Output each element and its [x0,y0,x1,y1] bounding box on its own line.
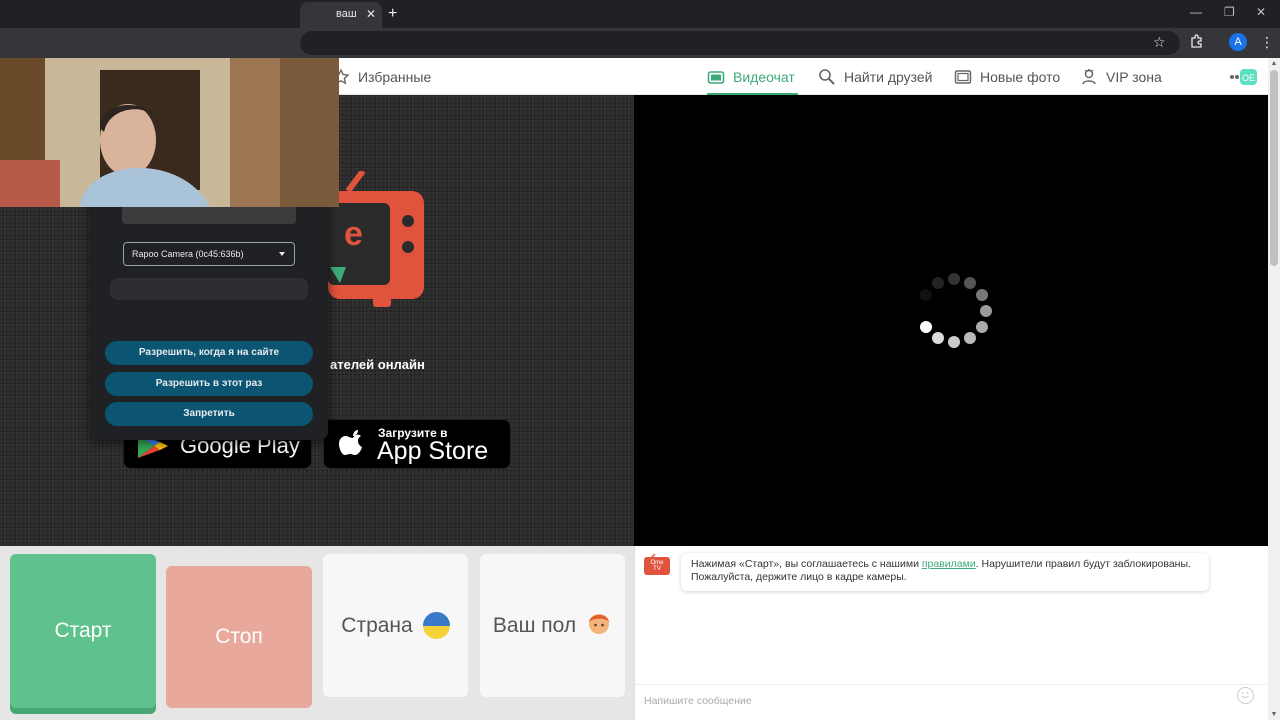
website: Избранные Видеочат Найти друзей Новые фо… [0,58,1268,720]
scroll-down-icon[interactable]: ▼ [1270,711,1278,718]
allow-once-button[interactable]: Разрешить в этот раз [105,372,313,396]
nav-vip[interactable]: VIP зона [1080,58,1162,95]
emoji-icon[interactable] [1237,687,1254,704]
nav-favorites[interactable]: Избранные [332,58,431,95]
browser-tab[interactable]: ваш ✕ [300,2,382,28]
webcam-overlay [0,58,339,207]
browser-toolbar: ☆ A ⋮ [0,28,1280,58]
gender-button[interactable]: Ваш пол [480,554,625,697]
tab-strip: ваш ✕ + — ❐ ✕ [0,0,1280,28]
minimize-button[interactable]: — [1190,5,1202,19]
bottom-controls: Старт Стоп Страна Ваш пол Ome TV Нажимая… [0,546,1268,720]
search-icon [818,68,836,86]
extensions-icon[interactable] [1190,34,1204,51]
maximize-button[interactable]: ❐ [1224,5,1235,19]
boy-emoji-icon [586,610,612,642]
country-button[interactable]: Страна [323,554,468,697]
scroll-thumb[interactable] [1270,70,1278,266]
photo-icon [954,68,972,86]
allow-on-site-button[interactable]: Разрешить, когда я на сайте [105,341,313,365]
chat-ome-logo: Ome TV [643,553,671,575]
profile-avatar[interactable]: A [1229,33,1247,51]
rules-link[interactable]: правилами [922,558,976,570]
ome-logo-icon[interactable]: OE [1230,68,1258,86]
gender-label: Ваш пол [492,613,577,637]
camera-permission-popup: Rapoo Camera (0c45:636b) Разрешить, когд… [90,168,328,440]
svg-text:e: e [344,215,363,253]
nav-vip-label: VIP зона [1106,68,1162,85]
vip-user-icon [1080,68,1098,86]
nav-new-photos-label: Новые фото [980,68,1061,85]
online-count-text: ателей онлайн [330,357,425,372]
app-store-label: App Store [377,437,489,465]
partner-video-panel [634,95,1268,546]
system-message: Нажимая «Старт», вы соглашаетесь с нашим… [681,553,1209,591]
menu-kebab-icon[interactable]: ⋮ [1260,34,1274,51]
browser-chrome: ваш ✕ + — ❐ ✕ ☆ A ⋮ [0,0,1280,58]
nav-find-friends-label: Найти друзей [844,68,933,85]
nav-videochat-label: Видеочат [733,68,795,85]
camera-select-value: Rapoo Camera (0c45:636b) [132,249,244,259]
nav-new-photos[interactable]: Новые фото [954,58,1060,95]
scroll-up-icon[interactable]: ▲ [1270,60,1278,67]
tab-close-icon[interactable]: ✕ [366,7,376,21]
address-bar[interactable] [300,31,1180,55]
stop-button[interactable]: Стоп [166,566,312,708]
nav-favorites-label: Избранные [358,68,432,85]
microphone-row [110,278,308,300]
page-scrollbar[interactable]: ▲ ▼ [1268,58,1280,720]
tv-icon [707,68,725,86]
nav-videochat[interactable]: Видеочат [707,58,798,95]
message-input-placeholder: Напишите сообщение [644,695,752,707]
start-button[interactable]: Старт [10,554,156,708]
chat-panel: Ome TV Нажимая «Старт», вы соглашаетесь … [634,546,1268,720]
tab-title: ваш [336,8,357,20]
deny-button[interactable]: Запретить [105,402,313,426]
chat-logo-text: Ome TV [650,560,664,572]
bookmark-star-icon[interactable]: ☆ [1153,34,1166,51]
country-label: Страна [341,613,413,637]
new-tab-button[interactable]: + [388,5,397,23]
chevron-down-icon [279,252,285,256]
close-window-button[interactable]: ✕ [1256,5,1266,19]
loading-dots-icon [914,271,994,351]
apple-icon [338,429,368,469]
app-store-button[interactable]: Загрузите в App Store [323,419,511,469]
nav-find-friends[interactable]: Найти друзей [818,58,933,95]
message-input[interactable]: Напишите сообщение [635,684,1268,720]
camera-select[interactable]: Rapoo Camera (0c45:636b) [123,242,295,266]
svg-text:OE: OE [1242,73,1255,83]
ukraine-flag-icon [422,612,450,639]
system-message-text: Нажимая «Старт», вы соглашаетесь с нашим… [691,558,922,570]
